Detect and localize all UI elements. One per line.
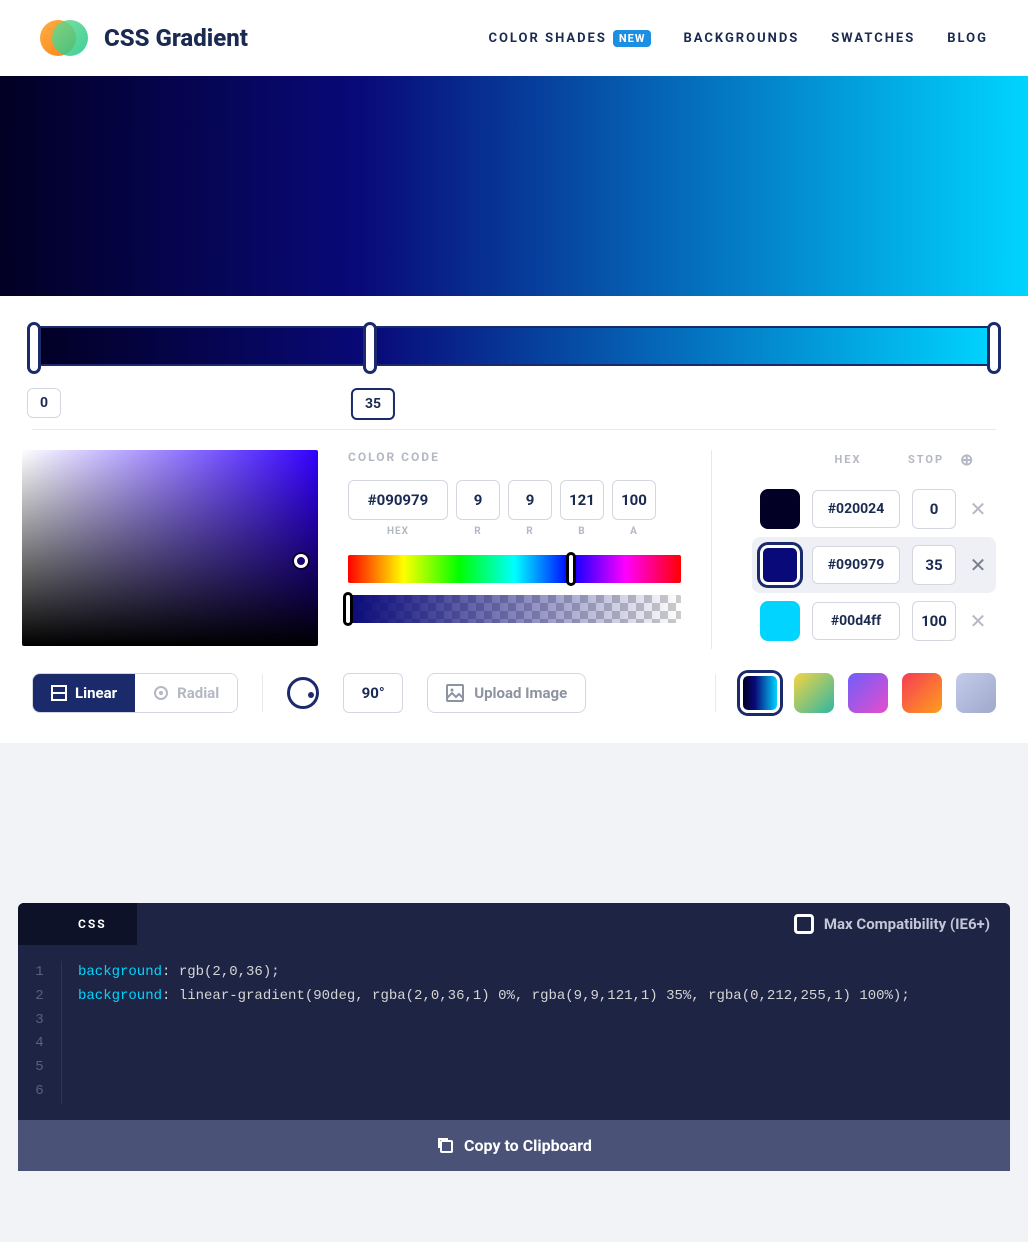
nav-link[interactable]: SWATCHES	[831, 31, 915, 46]
stop-swatch[interactable]	[760, 545, 800, 585]
controls-row: Linear Radial Upload Image	[0, 649, 1028, 713]
stop-hex-input[interactable]	[812, 546, 900, 584]
logo-text: CSS Gradient	[104, 24, 248, 52]
preset-swatch[interactable]	[848, 673, 888, 713]
presets	[740, 673, 996, 713]
stop-hex-input[interactable]	[812, 602, 900, 640]
radial-icon	[153, 685, 169, 701]
slider-handle[interactable]	[987, 322, 1001, 374]
copy-button[interactable]: Copy to Clipboard	[18, 1120, 1010, 1171]
line-numbers: 123456	[18, 961, 62, 1104]
stops-hex-header: HEX	[804, 453, 892, 466]
image-icon	[446, 684, 464, 702]
upload-image-button[interactable]: Upload Image	[427, 673, 586, 713]
stop-positions: 035	[32, 380, 996, 430]
linear-button[interactable]: Linear	[33, 674, 135, 712]
gradient-preview	[0, 76, 1028, 296]
add-stop-icon[interactable]: ⊕	[960, 450, 980, 469]
slider-handle[interactable]	[27, 322, 41, 374]
editor-panel: 035 COLOR CODE HEX R R B A	[0, 296, 1028, 743]
stop-position-label[interactable]: 35	[351, 388, 395, 420]
code-output: CSS Max Compatibility (IE6+) 123456 back…	[18, 903, 1010, 1171]
remove-stop-icon[interactable]: ✕	[968, 497, 988, 521]
stops-stop-header: STOP	[904, 453, 948, 466]
r-input[interactable]	[456, 480, 500, 520]
a-sublabel: A	[612, 526, 656, 537]
color-code-label: COLOR CODE	[348, 450, 681, 464]
stops-list: HEX STOP ⊕ ✕ ✕ ✕	[711, 450, 996, 649]
nav-link[interactable]: COLOR SHADESNEW	[488, 30, 651, 47]
hex-input[interactable]	[348, 480, 448, 520]
preset-swatch[interactable]	[902, 673, 942, 713]
radial-button[interactable]: Radial	[135, 674, 237, 712]
nav-link[interactable]: BLOG	[947, 31, 988, 46]
stop-swatch[interactable]	[760, 489, 800, 529]
picker-handle[interactable]	[294, 554, 308, 568]
nav: COLOR SHADESNEW BACKGROUNDS SWATCHES BLOG	[488, 30, 988, 47]
nav-link[interactable]: BACKGROUNDS	[683, 31, 799, 46]
hue-handle[interactable]	[566, 552, 576, 586]
g-sublabel: R	[508, 526, 552, 537]
stop-row[interactable]: ✕	[752, 481, 996, 537]
stop-hex-input[interactable]	[812, 490, 900, 528]
stop-row[interactable]: ✕	[752, 537, 996, 593]
css-tab[interactable]: CSS	[18, 903, 137, 945]
stop-position-label[interactable]: 0	[27, 388, 61, 418]
preset-swatch[interactable]	[956, 673, 996, 713]
code-content[interactable]: background: rgb(2,0,36);background: line…	[62, 961, 926, 1104]
alpha-slider[interactable]	[348, 595, 681, 623]
angle-input[interactable]	[343, 673, 403, 713]
preset-swatch[interactable]	[794, 673, 834, 713]
max-compat-toggle[interactable]: Max Compatibility (IE6+)	[794, 914, 1010, 934]
checkbox-icon	[794, 914, 814, 934]
header: CSS Gradient COLOR SHADESNEW BACKGROUNDS S…	[0, 0, 1028, 76]
remove-stop-icon[interactable]: ✕	[968, 553, 988, 577]
color-code-section: COLOR CODE HEX R R B A	[348, 450, 681, 649]
linear-icon	[51, 685, 67, 701]
stop-pos-input[interactable]	[912, 601, 956, 641]
new-badge: NEW	[613, 30, 652, 47]
hex-sublabel: HEX	[348, 526, 448, 537]
angle-dial[interactable]	[287, 677, 319, 709]
copy-icon	[436, 1136, 454, 1154]
stop-pos-input[interactable]	[912, 545, 956, 585]
logo[interactable]: CSS Gradient	[40, 18, 248, 58]
a-input[interactable]	[612, 480, 656, 520]
stop-pos-input[interactable]	[912, 489, 956, 529]
g-input[interactable]	[508, 480, 552, 520]
b-input[interactable]	[560, 480, 604, 520]
type-toggle: Linear Radial	[32, 673, 238, 713]
logo-icon	[40, 18, 88, 58]
color-picker[interactable]	[22, 450, 318, 646]
gradient-slider[interactable]	[32, 326, 996, 366]
stop-swatch[interactable]	[760, 601, 800, 641]
b-sublabel: B	[560, 526, 604, 537]
stop-row[interactable]: ✕	[752, 593, 996, 649]
r-sublabel: R	[456, 526, 500, 537]
slider-handle[interactable]	[363, 322, 377, 374]
alpha-handle[interactable]	[343, 592, 353, 626]
hue-slider[interactable]	[348, 555, 681, 583]
preset-swatch[interactable]	[740, 673, 780, 713]
remove-stop-icon[interactable]: ✕	[968, 609, 988, 633]
